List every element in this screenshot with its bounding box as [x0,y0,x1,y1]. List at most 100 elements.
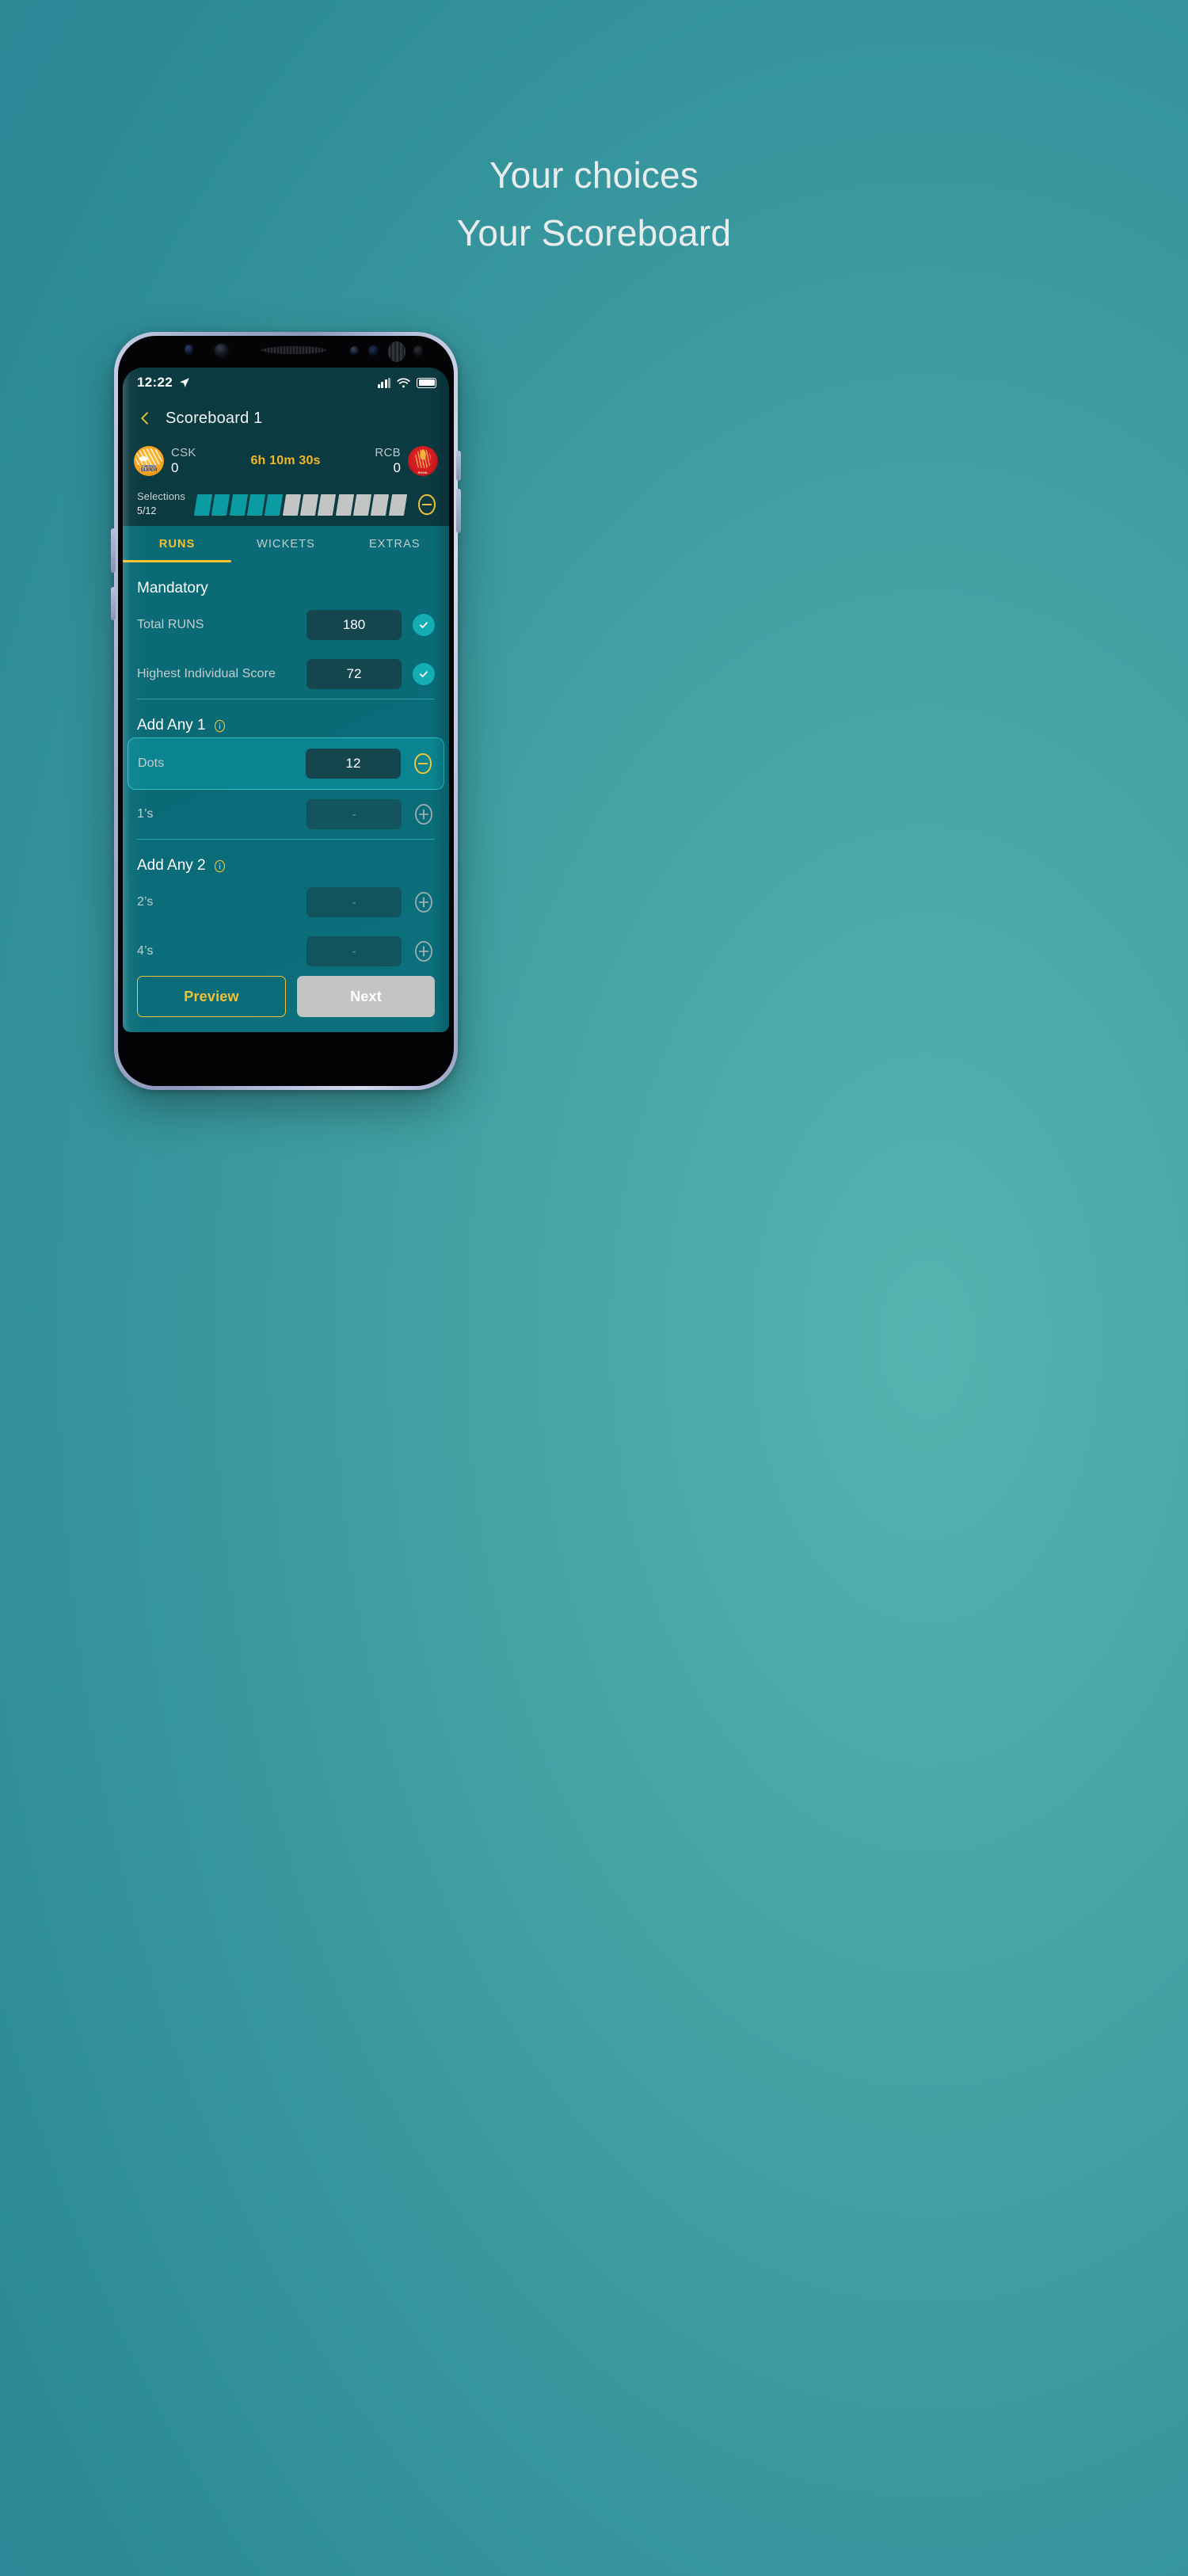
status-bar: 12:22 [123,368,449,398]
iris-sensor-icon [368,345,379,356]
power-button[interactable] [456,489,461,533]
phone-frame: 12:22 Scoreboard 1 CHENNAI SUPER CSK 0 6… [111,332,461,1090]
section-title-label: Add Any 1 [137,717,206,734]
info-circle-icon[interactable] [213,719,227,733]
stat-row-value[interactable]: - [307,936,402,966]
stat-row-label: Dots [138,756,165,770]
rcb-logo: ROYAL [408,446,438,476]
selections-progress-track [193,493,408,516]
app-header: Scoreboard 1 [123,398,449,439]
front-camera-icon [212,341,230,360]
plus-circle-icon[interactable] [413,803,435,825]
bixby-button[interactable] [456,451,461,481]
proximity-sensor-icon [185,345,193,355]
selections-total: /12 [142,505,157,517]
light-sensor-icon [350,346,359,355]
section-title: Add Any 2 [137,840,435,878]
selections-count: 5/12 [137,502,185,518]
scoreboard-form: Mandatory Total RUNS 180 Highest Individual… [123,562,449,1032]
away-team-code: RCB [375,446,401,460]
away-team-score: 0 [393,459,401,475]
status-time: 12:22 [137,375,173,390]
stat-row[interactable]: 2’s - [137,878,435,927]
section-title: Mandatory [137,562,435,600]
stat-row[interactable]: Dots 12 [128,737,444,790]
minus-circle-icon[interactable] [412,753,434,775]
tab-runs[interactable]: RUNS [123,526,231,562]
stat-row[interactable]: 4’s - [137,927,435,976]
selection-segment [299,493,319,516]
rcb-logo-line1: ROYAL [417,471,428,475]
selections-bar: Selections 5/12 [123,483,449,526]
promo-headline: Your choices Your Scoreboard [0,152,1188,257]
category-tabs[interactable]: RUNS WICKETS EXTRAS [123,526,449,562]
selection-segment [388,493,408,516]
location-arrow-icon [180,378,189,387]
selection-segment [265,493,284,516]
selection-segment [193,493,213,516]
minus-circle-icon[interactable] [416,493,438,516]
rcb-logo-text: ROYAL [408,471,438,474]
volume-up-button[interactable] [111,528,116,573]
phone-bezel: 12:22 Scoreboard 1 CHENNAI SUPER CSK 0 6… [118,336,454,1086]
tab-extras[interactable]: EXTRAS [341,526,449,562]
section-divider [137,839,435,840]
selection-segment [229,493,249,516]
plus-circle-icon[interactable] [413,891,435,913]
selection-segment [352,493,372,516]
check-circle-icon[interactable] [413,663,435,685]
earpiece-speaker-icon [261,346,326,354]
next-button[interactable]: Next [297,976,435,1017]
tab-wickets[interactable]: WICKETS [231,526,340,562]
stat-row-value[interactable]: - [307,887,402,917]
selection-segment [318,493,337,516]
match-score-bar: CHENNAI SUPER CSK 0 6h 10m 30s ROYAL RCB… [123,439,449,483]
info-circle-icon[interactable] [213,859,227,873]
csk-logo-line2: SUPER [140,467,158,474]
home-team-meta: CSK 0 [171,446,196,475]
preview-button[interactable]: Preview [137,976,286,1017]
selection-segment [371,493,390,516]
stat-row-value[interactable]: 12 [306,749,401,779]
chevron-left-icon[interactable] [137,410,153,426]
volume-down-button[interactable] [111,587,116,620]
stat-row-label: 2’s [137,895,154,909]
selections-label: Selections [137,490,185,502]
match-timer: 6h 10m 30s [250,454,321,467]
check-circle-icon[interactable] [413,614,435,636]
home-team: CHENNAI SUPER CSK 0 [134,446,196,476]
away-team-meta: RCB 0 [375,446,401,475]
section-title-label: Mandatory [137,580,208,596]
signal-bars-icon [377,377,390,388]
phone-screen: 12:22 Scoreboard 1 CHENNAI SUPER CSK 0 6… [123,368,449,1032]
section-title-label: Add Any 2 [137,857,206,874]
stat-row-label: 4’s [137,944,154,958]
stat-row-value[interactable]: 72 [307,659,402,689]
promo-line-2: Your Scoreboard [456,211,732,253]
selection-segment [282,493,302,516]
status-indicators [377,377,436,388]
stat-row-value[interactable]: 180 [307,610,402,640]
csk-logo: CHENNAI SUPER [134,446,164,476]
stat-row[interactable]: Total RUNS 180 [137,600,435,650]
section-title: Add Any 1 [137,699,435,737]
home-team-score: 0 [171,459,179,475]
away-team: ROYAL RCB 0 [375,446,438,476]
csk-logo-text: CHENNAI SUPER [134,464,164,474]
stat-row[interactable]: 1’s - [137,790,435,839]
promo-line-1: Your choices [489,154,699,196]
page-title: Scoreboard 1 [166,409,263,427]
selections-label-group: Selections 5/12 [137,490,185,518]
action-bar: Preview Next [123,972,449,1032]
iris-scanner-icon [388,341,406,362]
selections-count-value: 5 [137,505,143,517]
led-indicator-icon [413,345,423,356]
plus-circle-icon[interactable] [413,940,435,962]
stat-row-value[interactable]: - [307,799,402,829]
selection-segment [246,493,266,516]
stat-row-label: Highest Individual Score [137,667,276,680]
stat-row-label: 1’s [137,807,154,821]
selection-segment [211,493,230,516]
stat-row[interactable]: Highest Individual Score 72 [137,650,435,699]
stat-row-label: Total RUNS [137,618,204,631]
